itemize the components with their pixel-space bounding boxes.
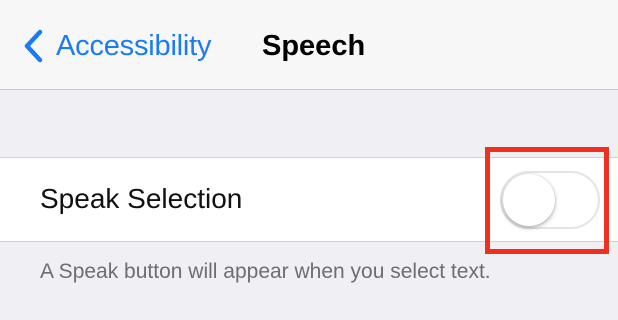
back-button-label: Accessibility	[56, 29, 212, 62]
back-button[interactable]: Accessibility	[22, 26, 212, 66]
navigation-bar: Accessibility Speech	[0, 0, 618, 90]
toggle-highlight-box	[485, 147, 609, 254]
chevron-left-icon	[24, 29, 43, 63]
page-title: Speech	[262, 30, 366, 62]
speak-selection-label: Speak Selection	[40, 183, 243, 214]
speak-selection-footer: A Speak button will appear when you sele…	[40, 260, 491, 283]
